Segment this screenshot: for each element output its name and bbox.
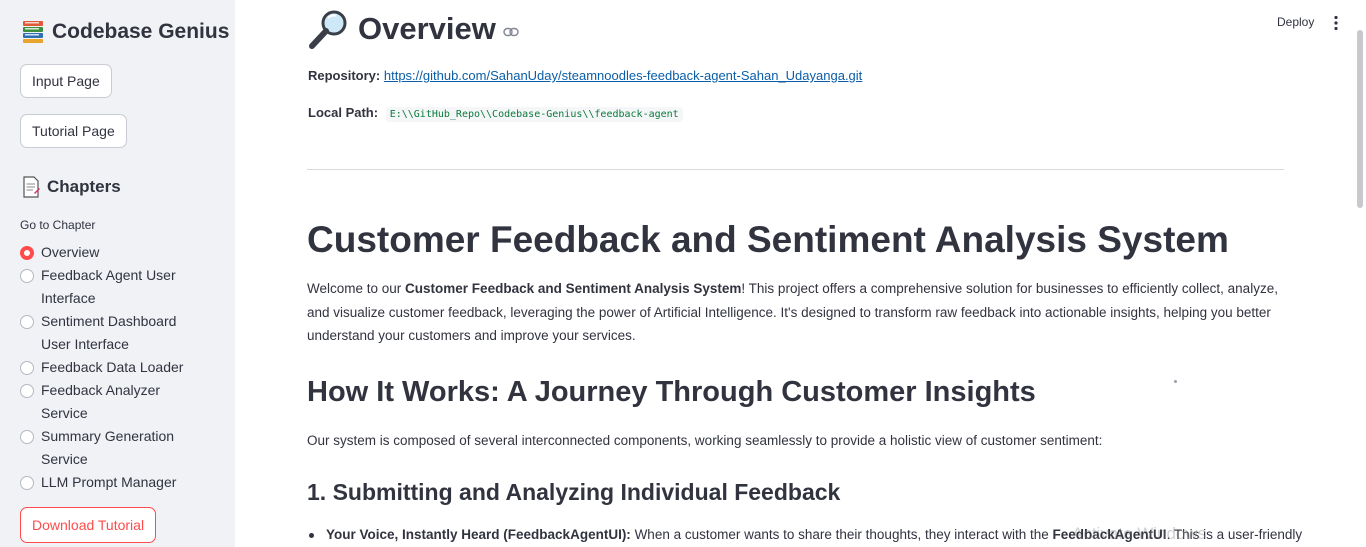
chapter-option-overview[interactable]: Overview [20,244,220,264]
books-icon [23,21,43,43]
chapter-option-label: Feedback Analyzer Service [41,382,161,421]
radio-icon[interactable] [20,315,34,329]
radio-selected-icon[interactable] [20,246,34,260]
intro-text-pre: Welcome to our [307,281,406,296]
app-title-text: Codebase Genius [52,20,230,43]
page-title: Overview [308,8,519,50]
intro-text-bold: Customer Feedback and Sentiment Analysis… [405,281,742,296]
local-path-label: Local Path: [308,105,379,120]
radio-icon[interactable] [20,430,34,444]
stray-dot [1174,380,1177,383]
chapter-option-label: Summary Generation Service [41,428,175,467]
app-title: Codebase Genius [22,20,229,44]
memo-icon [23,176,40,198]
chapter-option-label: Overview [41,244,100,260]
deploy-button[interactable]: Deploy [1277,15,1314,29]
page-scrollbar[interactable] [1357,30,1363,208]
repository-line: Repository: https://github.com/SahanUday… [308,68,862,83]
chapter-option-llm-prompt-manager[interactable]: LLM Prompt Manager [20,474,220,494]
chapter-option-sentiment-dashboard-ui[interactable]: Sentiment Dashboard User Interface [20,313,220,356]
radio-icon[interactable] [20,269,34,283]
more-menu-icon[interactable] [1333,15,1339,31]
bullet-dot [309,532,314,538]
magnifying-glass-icon [309,10,347,49]
section-heading-1: 1. Submitting and Analyzing Individual F… [307,479,841,505]
tutorial-page-button[interactable]: Tutorial Page [20,114,127,148]
sidebar: Codebase Genius Input Page Tutorial Page… [0,0,235,547]
chapters-heading-text: Chapters [47,177,121,196]
goto-chapter-label: Go to Chapter [20,218,96,232]
chapter-option-label: Sentiment Dashboard User Interface [41,313,177,352]
chapter-option-feedback-data-loader[interactable]: Feedback Data Loader [20,359,220,379]
bullet-bold: Your Voice, Instantly Heard (FeedbackAge… [326,527,631,542]
repository-link[interactable]: https://github.com/SahanUday/steamnoodle… [384,68,862,83]
anchor-link-icon[interactable] [503,27,519,37]
radio-icon[interactable] [20,384,34,398]
page-title-text: Overview [358,11,496,46]
repository-label: Repository: [308,68,381,83]
radio-icon[interactable] [20,476,34,490]
radio-icon[interactable] [20,361,34,375]
divider [307,169,1284,170]
how-it-works-heading: How It Works: A Journey Through Customer… [307,376,1036,408]
bullet-text: When a customer wants to share their tho… [630,527,1053,542]
input-page-button[interactable]: Input Page [20,64,112,98]
components-paragraph: Our system is composed of several interc… [307,433,1103,448]
chapter-option-summary-generation-service[interactable]: Summary Generation Service [20,428,220,471]
local-path-code: E:\\GitHub_Repo\\Codebase-Genius\\feedba… [385,107,683,122]
intro-paragraph: Welcome to our Customer Feedback and Sen… [307,277,1287,348]
chapter-option-feedback-agent-ui[interactable]: Feedback Agent User Interface [20,267,220,310]
chapter-option-feedback-analyzer-service[interactable]: Feedback Analyzer Service [20,382,220,425]
activate-windows-watermark: Activate Windows [1072,524,1207,543]
chapter-option-label: Feedback Agent User Interface [41,267,176,306]
download-tutorial-button[interactable]: Download Tutorial [20,507,157,543]
local-path-line: Local Path: E:\\GitHub_Repo\\Codebase-Ge… [308,105,683,122]
main-heading: Customer Feedback and Sentiment Analysis… [307,219,1229,260]
chapter-option-label: Feedback Data Loader [41,359,184,375]
chapter-option-label: LLM Prompt Manager [41,474,177,490]
chapters-heading: Chapters [22,176,121,198]
